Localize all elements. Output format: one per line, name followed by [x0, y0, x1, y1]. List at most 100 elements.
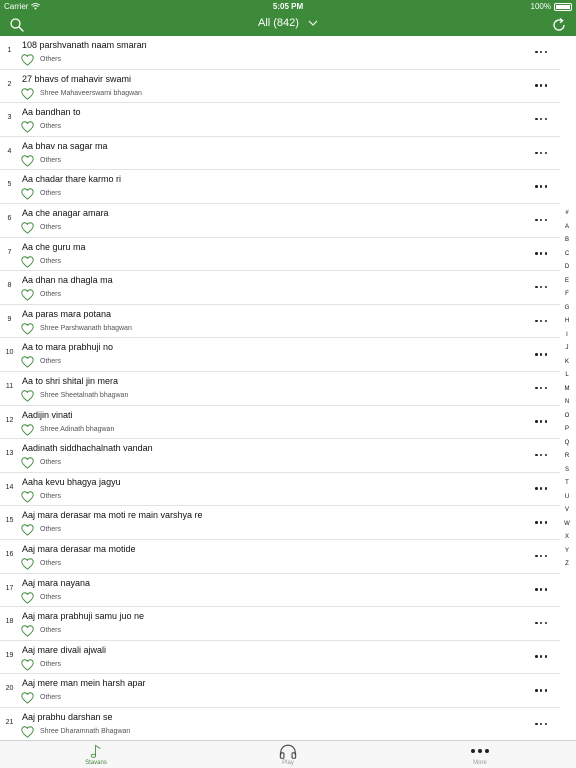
index-letter[interactable]: B — [560, 234, 574, 248]
list-item[interactable]: 14 Aaha kevu bhagya jagyu Others — [0, 473, 560, 507]
more-options-icon[interactable] — [535, 218, 547, 222]
category-filter-button[interactable]: All (842) — [258, 17, 318, 29]
list-item[interactable]: 8 Aa dhan na dhagla ma Others — [0, 271, 560, 305]
index-letter[interactable]: # — [560, 207, 574, 221]
more-options-icon[interactable] — [535, 84, 547, 88]
heart-icon[interactable] — [21, 725, 34, 738]
index-letter[interactable]: K — [560, 356, 574, 370]
index-letter[interactable]: Z — [560, 558, 574, 572]
more-options-icon[interactable] — [535, 722, 547, 726]
more-options-icon[interactable] — [535, 420, 547, 424]
more-options-icon[interactable] — [535, 319, 547, 323]
more-options-icon[interactable] — [535, 252, 547, 256]
heart-icon[interactable] — [21, 389, 34, 402]
heart-icon[interactable] — [21, 187, 34, 201]
list-item[interactable]: 3 Aa bandhan to Others — [0, 103, 560, 137]
index-letter[interactable]: J — [560, 342, 574, 356]
more-options-icon[interactable] — [535, 688, 547, 692]
list-item[interactable]: 1 108 parshvanath naam smaran Others — [0, 36, 560, 70]
list-item[interactable]: 12 Aadijin vinati Shree Adinath bhagwan — [0, 406, 560, 440]
heart-icon[interactable] — [21, 456, 34, 469]
index-letter[interactable]: N — [560, 396, 574, 410]
item-number: 6 — [7, 214, 12, 222]
index-letter[interactable]: X — [560, 531, 574, 545]
heart-icon[interactable] — [21, 288, 34, 301]
list-item[interactable]: 5 Aa chadar thare karmo ri Others — [0, 170, 560, 204]
list-item[interactable]: 2 27 bhavs of mahavir swami Shree Mahaveer… — [0, 70, 560, 104]
index-letter[interactable]: U — [560, 491, 574, 505]
list-item[interactable]: 11 Aa to shri shital jin mera Shree Sheeta… — [0, 372, 560, 406]
list-item[interactable]: 21 Aaj prabhu darshan se Shree Dharamnath … — [0, 708, 560, 740]
list-item[interactable]: 10 Aa to mara prabhuji no Others — [0, 338, 560, 372]
more-options-icon[interactable] — [535, 621, 547, 625]
tab-stavans[interactable]: Stavans — [0, 741, 192, 768]
heart-icon[interactable] — [21, 591, 34, 604]
list-item[interactable]: 9 Aa paras mara potana Shree Parshwanath b… — [0, 305, 560, 339]
index-letter[interactable]: G — [560, 302, 574, 316]
index-letter[interactable]: R — [560, 450, 574, 464]
more-options-icon[interactable] — [535, 151, 547, 155]
index-letter[interactable]: V — [560, 504, 574, 518]
refresh-icon[interactable] — [551, 17, 567, 33]
index-letter[interactable]: L — [560, 369, 574, 383]
heart-icon[interactable] — [21, 490, 34, 503]
more-options-icon[interactable] — [535, 520, 547, 524]
heart-icon[interactable] — [21, 423, 34, 436]
tab-play[interactable]: Play — [192, 741, 384, 768]
more-options-icon[interactable] — [535, 352, 547, 356]
more-options-icon[interactable] — [535, 184, 547, 188]
tab-more[interactable]: More — [384, 741, 576, 768]
list-item[interactable]: 4 Aa bhav na sagar ma Others — [0, 137, 560, 171]
more-options-icon[interactable] — [535, 554, 547, 558]
list-item[interactable]: 7 Aa che guru ma Others — [0, 238, 560, 272]
heart-icon[interactable] — [21, 53, 34, 66]
list-item[interactable]: 20 Aaj mere man mein harsh apar Others — [0, 674, 560, 708]
heart-icon[interactable] — [21, 322, 34, 335]
index-letter[interactable]: W — [560, 518, 574, 532]
index-letter[interactable]: H — [560, 315, 574, 329]
heart-icon[interactable] — [21, 624, 34, 637]
heart-icon[interactable] — [21, 355, 34, 368]
heart-icon[interactable] — [21, 557, 34, 570]
search-icon[interactable] — [9, 17, 25, 33]
more-options-icon[interactable] — [535, 487, 547, 491]
more-options-icon[interactable] — [535, 453, 547, 457]
index-letter[interactable]: S — [560, 464, 574, 478]
more-options-icon[interactable] — [535, 655, 547, 659]
list-item[interactable]: 19 Aaj mare divali ajwali Others — [0, 641, 560, 675]
more-options-icon[interactable] — [535, 117, 547, 121]
list-item[interactable]: 6 Aa che anagar amara Others — [0, 204, 560, 238]
list-item[interactable]: 17 Aaj mara nayana Others — [0, 574, 560, 608]
index-letter[interactable]: A — [560, 221, 574, 235]
index-letter[interactable]: Y — [560, 545, 574, 559]
heart-icon[interactable] — [21, 87, 34, 100]
index-letter[interactable]: Q — [560, 437, 574, 451]
alphabet-index[interactable]: # A B C D E F G H I J K L M N O P Q R S T U V W X Y Z — [560, 207, 574, 572]
index-letter[interactable]: C — [560, 248, 574, 262]
item-category: Others — [40, 694, 62, 702]
index-letter[interactable]: D — [560, 261, 574, 275]
index-letter[interactable]: P — [560, 423, 574, 437]
index-letter[interactable]: T — [560, 477, 574, 491]
list-item[interactable]: 13 Aadinath siddhachalnath vandan Others — [0, 439, 560, 473]
index-letter[interactable]: O — [560, 410, 574, 424]
heart-icon[interactable] — [21, 120, 34, 133]
index-letter[interactable]: F — [560, 288, 574, 302]
more-options-icon[interactable] — [535, 285, 547, 289]
heart-icon[interactable] — [21, 154, 34, 167]
index-letter[interactable]: E — [560, 275, 574, 289]
index-letter[interactable]: M — [560, 383, 574, 397]
list-item[interactable]: 16 Aaj mara derasar ma motide Others — [0, 540, 560, 574]
more-options-icon[interactable] — [535, 588, 547, 592]
heart-icon[interactable] — [21, 691, 34, 704]
more-options-icon[interactable] — [535, 386, 547, 390]
heart-icon[interactable] — [21, 658, 34, 671]
heart-icon[interactable] — [21, 255, 34, 268]
stavan-list[interactable]: 1 108 parshvanath naam smaran Others 2 27 bh… — [0, 36, 560, 740]
heart-icon[interactable] — [21, 221, 34, 234]
heart-icon[interactable] — [21, 523, 34, 536]
list-item[interactable]: 18 Aaj mara prabhuji samu juo ne Others — [0, 607, 560, 641]
list-item[interactable]: 15 Aaj mara derasar ma moti re main varsh… — [0, 506, 560, 540]
index-letter[interactable]: I — [560, 329, 574, 343]
more-options-icon[interactable] — [535, 50, 547, 54]
